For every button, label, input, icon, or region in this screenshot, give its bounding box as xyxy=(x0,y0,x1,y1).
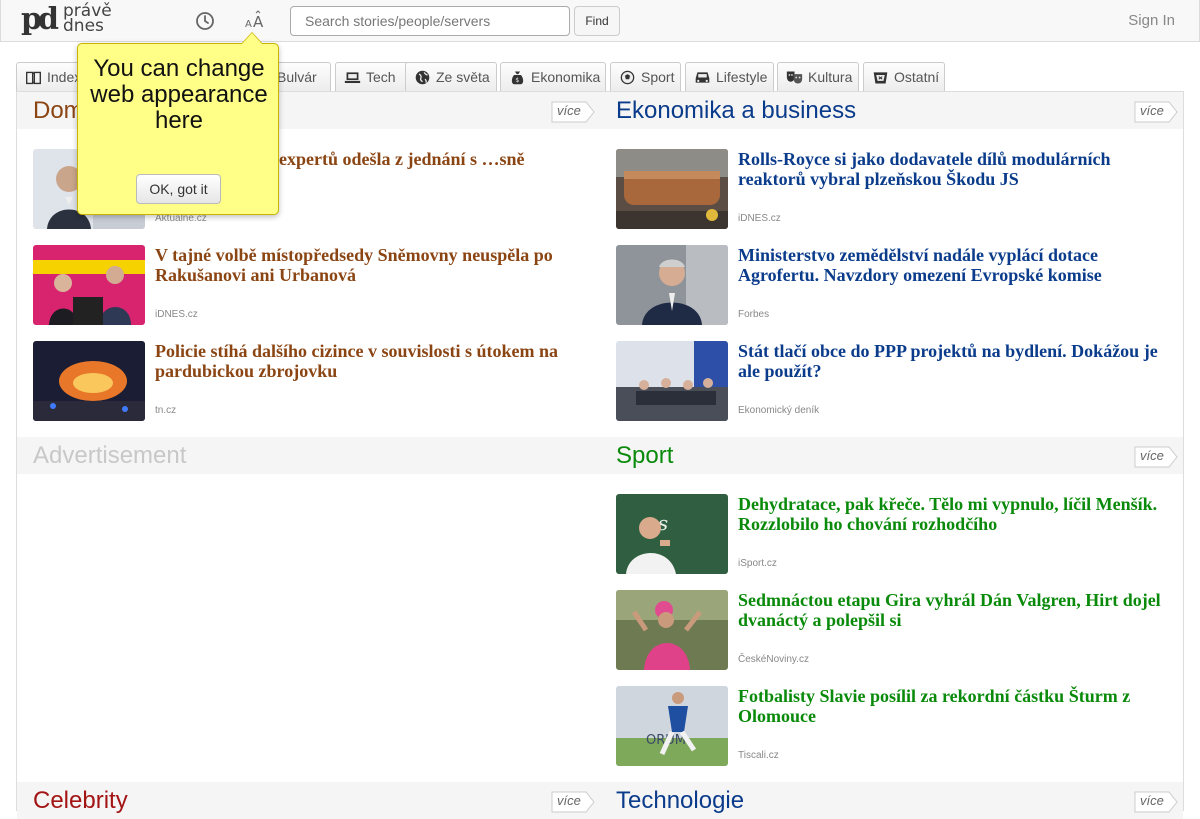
svg-text:A: A xyxy=(245,19,252,30)
section-title-ekonomika[interactable]: Ekonomika a business xyxy=(616,96,856,126)
svg-text:A: A xyxy=(253,13,264,31)
tab-label: Bulvár xyxy=(277,69,317,85)
more-label: více xyxy=(1140,793,1164,808)
news-thumbnail[interactable] xyxy=(33,341,145,421)
appearance-tooltip: You can change web appearance here OK, g… xyxy=(77,32,279,215)
news-item[interactable]: ORUM Fotbalisty Slavie posílil za rekord… xyxy=(616,686,1186,768)
more-link-domov[interactable]: více xyxy=(551,101,595,123)
tab-ze-sveta[interactable]: Ze světa xyxy=(405,62,497,92)
logo-line-2: dnes xyxy=(63,16,104,36)
news-headline[interactable]: Sedmnáctou etapu Gira vyhrál Dán Valgren… xyxy=(738,590,1178,630)
bucket-icon xyxy=(873,72,888,84)
find-button[interactable]: Find xyxy=(574,6,620,36)
tab-label: Tech xyxy=(366,69,396,85)
news-thumbnail[interactable] xyxy=(616,590,728,670)
tooltip-ok-button[interactable]: OK, got it xyxy=(136,174,221,204)
news-item[interactable]: Sedmnáctou etapu Gira vyhrál Dán Valgren… xyxy=(616,590,1186,672)
search-input[interactable] xyxy=(290,6,570,36)
more-label: více xyxy=(557,793,581,808)
tab-label: Ostatní xyxy=(894,69,940,85)
news-source: iSport.cz xyxy=(738,558,777,569)
section-header-ekonomika: Ekonomika a business více xyxy=(600,92,1183,129)
news-source: iDNES.cz xyxy=(738,213,781,224)
tab-label: Kultura xyxy=(808,69,853,85)
logo-mark: pd xyxy=(21,2,59,37)
section-title-sport[interactable]: Sport xyxy=(616,441,673,471)
more-link-sport[interactable]: více xyxy=(1134,446,1178,468)
tab-sport[interactable]: Sport xyxy=(610,62,681,92)
news-source: tn.cz xyxy=(155,405,177,416)
news-source: ČeskéNoviny.cz xyxy=(738,654,809,665)
tab-ekonomika[interactable]: $ Ekonomika xyxy=(500,62,606,92)
news-source: iDNES.cz xyxy=(155,309,198,320)
news-item[interactable]: Ministerstvo zemědělství nadále vyplácí … xyxy=(616,245,1186,327)
news-item[interactable]: es Dehydratace, pak křeče. Tělo mi vypnu… xyxy=(616,494,1186,576)
news-item[interactable]: Rolls-Royce si jako dodavatele dílů modu… xyxy=(616,149,1186,231)
tooltip-text: You can change web appearance here xyxy=(90,55,268,134)
tab-label: Ze světa xyxy=(436,69,490,85)
more-link-ekonomika[interactable]: více xyxy=(1134,101,1178,123)
news-item[interactable]: V tajné volbě místopředsedy Sněmovny neu… xyxy=(33,245,603,327)
section-header-celebrity: Celebrity více xyxy=(17,782,600,819)
more-label: více xyxy=(1140,448,1164,463)
tab-label: Sport xyxy=(641,69,675,85)
news-thumbnail[interactable] xyxy=(616,245,728,325)
section-header-technologie: Technologie více xyxy=(600,782,1183,819)
site-logo[interactable]: pd právě dnes xyxy=(21,2,131,38)
laptop-icon xyxy=(344,72,361,84)
tab-lifestyle[interactable]: Lifestyle xyxy=(685,62,774,92)
more-link-celebrity[interactable]: více xyxy=(551,791,595,813)
more-label: více xyxy=(557,103,581,118)
more-link-technologie[interactable]: více xyxy=(1134,791,1178,813)
news-thumbnail[interactable] xyxy=(616,341,728,421)
section-header-advertisement: Advertisement xyxy=(17,437,600,474)
font-size-icon[interactable]: AA xyxy=(243,9,267,33)
tooltip-arrow xyxy=(241,32,263,44)
book-icon xyxy=(26,71,41,85)
news-item[interactable]: Policie stíhá dalšího cizince v souvislo… xyxy=(33,341,603,423)
section-header-sport: Sport více xyxy=(600,437,1183,474)
news-thumbnail[interactable] xyxy=(33,245,145,325)
tab-ostatni[interactable]: Ostatní xyxy=(863,62,945,92)
news-headline[interactable]: Dehydratace, pak křeče. Tělo mi vypnulo,… xyxy=(738,494,1178,534)
news-thumbnail[interactable]: es xyxy=(616,494,728,574)
news-headline[interactable]: Stát tlačí obce do PPP projektů na bydle… xyxy=(738,341,1178,381)
news-source: Tiscali.cz xyxy=(738,750,779,761)
news-headline[interactable]: Fotbalisty Slavie posílil za rekordní čá… xyxy=(738,686,1178,726)
section-title-technologie[interactable]: Technologie xyxy=(616,786,744,816)
news-thumbnail[interactable]: ORUM xyxy=(616,686,728,766)
car-icon xyxy=(695,72,710,83)
svg-text:$: $ xyxy=(515,77,519,84)
tab-label: Lifestyle xyxy=(716,69,768,85)
history-icon[interactable] xyxy=(193,9,217,33)
logo-wordmark: právě dnes xyxy=(63,3,112,36)
sign-in-link[interactable]: Sign In xyxy=(1128,12,1175,29)
section-title-advertisement: Advertisement xyxy=(33,442,187,469)
theater-masks-icon xyxy=(786,71,803,84)
soccer-ball-icon xyxy=(620,70,635,85)
tab-label: Ekonomika xyxy=(531,69,601,85)
news-headline[interactable]: Ministerstvo zemědělství nadále vyplácí … xyxy=(738,245,1178,285)
news-thumbnail[interactable] xyxy=(616,149,728,229)
more-label: více xyxy=(1140,103,1164,118)
news-source: Forbes xyxy=(738,309,770,320)
news-headline[interactable]: Rolls-Royce si jako dodavatele dílů modu… xyxy=(738,149,1178,189)
globe-icon xyxy=(415,70,430,85)
tab-kultura[interactable]: Kultura xyxy=(777,62,859,92)
news-headline[interactable]: Policie stíhá dalšího cizince v souvislo… xyxy=(155,341,595,381)
news-item[interactable]: Stát tlačí obce do PPP projektů na bydle… xyxy=(616,341,1186,423)
news-source: Ekonomický deník xyxy=(738,405,820,416)
money-bag-icon: $ xyxy=(511,71,524,85)
top-navbar: pd právě dnes AA Find Sign In xyxy=(0,0,1200,42)
section-title-celebrity[interactable]: Celebrity xyxy=(33,786,128,816)
news-headline[interactable]: V tajné volbě místopředsedy Sněmovny neu… xyxy=(155,245,595,285)
